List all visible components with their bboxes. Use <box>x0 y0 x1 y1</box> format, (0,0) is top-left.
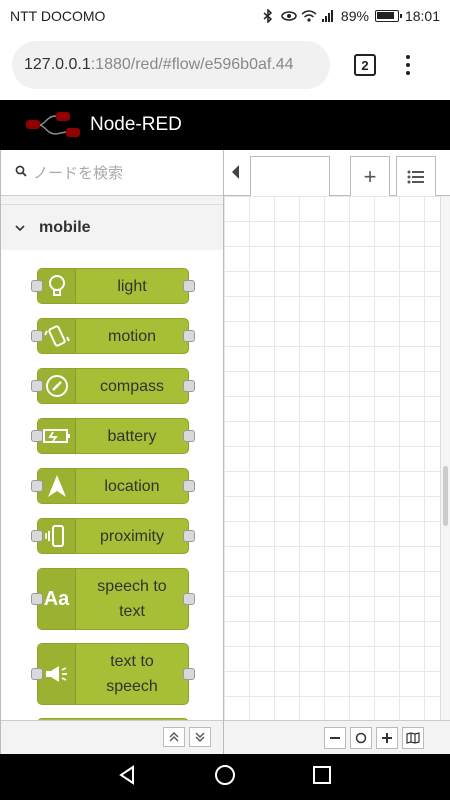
status-bar: NTT DOCOMO 89% 18:01 <box>0 0 450 32</box>
flow-tab[interactable] <box>250 156 330 197</box>
flow-canvas[interactable] <box>224 196 440 720</box>
output-port <box>183 430 195 442</box>
chevron-down-icon <box>15 219 25 237</box>
workspace-tabs: + <box>224 150 450 197</box>
battery-status-icon <box>374 10 402 22</box>
node-label: proximity <box>99 527 164 545</box>
add-flow-button[interactable]: + <box>350 156 390 196</box>
wifi-icon <box>301 9 317 23</box>
node-palette: ノードを検索 mobile light motion compass batte… <box>0 150 224 754</box>
input-port <box>31 430 43 442</box>
url-host: 127.0.0.1 <box>24 56 91 73</box>
carrier-name: NTT DOCOMO <box>10 8 106 24</box>
zoom-in-button[interactable] <box>376 727 398 749</box>
node-label: light <box>117 277 147 295</box>
megaphone-icon <box>38 644 76 704</box>
input-port <box>31 593 43 605</box>
palette-node-light[interactable]: light <box>31 268 195 304</box>
node-label: text to speech <box>106 653 158 695</box>
input-port <box>31 330 43 342</box>
back-icon[interactable] <box>118 764 138 790</box>
node-label: speech to text <box>97 578 167 620</box>
node-label: location <box>104 477 160 495</box>
home-icon[interactable] <box>214 764 236 791</box>
text-aa-icon: Aa <box>38 569 76 629</box>
recents-icon[interactable] <box>312 765 332 790</box>
palette-footer <box>1 720 223 754</box>
palette-node-proximity[interactable]: proximity <box>31 518 195 554</box>
category-body: light motion compass battery location pr… <box>1 250 223 748</box>
output-port <box>183 593 195 605</box>
collapse-all-button[interactable] <box>163 727 185 747</box>
palette-node-location[interactable]: location <box>31 468 195 504</box>
phone-shake-icon <box>38 319 76 353</box>
zoom-reset-button[interactable] <box>350 727 372 749</box>
node-label: motion <box>107 327 157 345</box>
palette-node-text-to-speech[interactable]: text to speech <box>31 643 195 705</box>
expand-all-button[interactable] <box>189 727 211 747</box>
input-port <box>31 668 43 680</box>
battery-percent: 89% <box>340 8 369 24</box>
palette-node-motion[interactable]: motion <box>31 318 195 354</box>
workspace: + <box>224 150 450 754</box>
search-placeholder: ノードを検索 <box>33 165 124 182</box>
node-label: compass <box>99 377 165 395</box>
android-nav-bar <box>0 754 450 800</box>
proximity-icon <box>38 519 76 553</box>
output-port <box>183 668 195 680</box>
node-label: battery <box>107 427 157 445</box>
output-port <box>183 480 195 492</box>
zoom-out-button[interactable] <box>324 727 346 749</box>
browser-toolbar: 127.0.0.1:1880/red/#flow/e596b0af.44 2 <box>0 32 450 98</box>
palette-toggle-icon[interactable] <box>230 162 242 182</box>
output-port <box>183 280 195 292</box>
scrollbar-thumb[interactable] <box>443 466 448 526</box>
workspace-footer <box>224 720 450 754</box>
input-port <box>31 530 43 542</box>
navigator-map-button[interactable] <box>402 727 424 749</box>
palette-search[interactable]: ノードを検索 <box>1 150 223 196</box>
tab-switcher-button[interactable]: 2 <box>354 54 376 76</box>
palette-node-battery[interactable]: battery <box>31 418 195 454</box>
eye-icon <box>281 9 297 23</box>
clock: 18:01 <box>404 8 440 24</box>
output-port <box>183 530 195 542</box>
url-field[interactable]: 127.0.0.1:1880/red/#flow/e596b0af.44 <box>12 41 330 89</box>
bluetooth-icon <box>261 8 275 24</box>
category-label: mobile <box>39 218 91 236</box>
signal-icon <box>321 9 335 23</box>
compass-icon <box>38 369 76 403</box>
input-port <box>31 380 43 392</box>
output-port <box>183 330 195 342</box>
category-header-mobile[interactable]: mobile <box>1 204 223 250</box>
flow-list-button[interactable] <box>396 156 436 196</box>
palette-node-speech-to-text[interactable]: Aa speech to text <box>31 568 195 630</box>
node-red-logo-icon <box>24 110 82 140</box>
url-path: :1880/red/#flow/e596b0af.44 <box>90 56 294 73</box>
battery-icon <box>38 419 76 453</box>
canvas-scrollbar[interactable] <box>440 196 450 720</box>
search-icon <box>15 164 27 181</box>
app-header: Node-RED <box>0 100 450 150</box>
output-port <box>183 380 195 392</box>
browser-menu-icon[interactable] <box>406 55 410 75</box>
palette-node-compass[interactable]: compass <box>31 368 195 404</box>
app-title: Node-RED <box>90 114 182 135</box>
lightbulb-icon <box>38 269 76 303</box>
input-port <box>31 280 43 292</box>
location-arrow-icon <box>38 469 76 503</box>
input-port <box>31 480 43 492</box>
